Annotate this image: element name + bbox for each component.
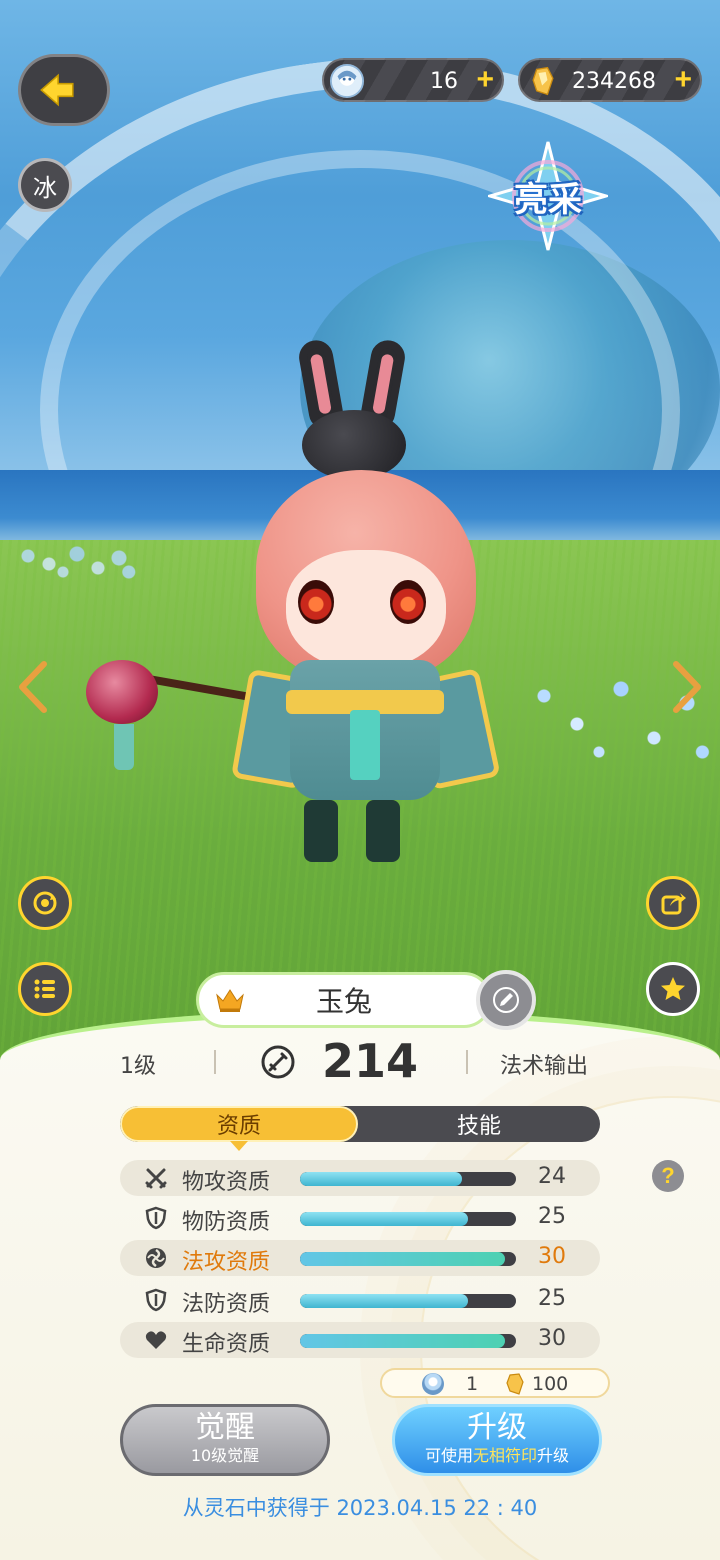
combat-power-value: 214 [322, 1034, 419, 1088]
attribute-row-physical-attack: 物攻资质 24 [120, 1160, 600, 1196]
info-tabs: 资质 技能 [120, 1106, 600, 1142]
attribute-row-physical-defense: 物防资质 25 [120, 1200, 600, 1236]
element-badge-ice[interactable]: 冰 [18, 158, 72, 212]
back-arrow-icon [40, 73, 74, 107]
attribute-bar [300, 1294, 516, 1308]
character-eye-left [298, 580, 334, 624]
upgrade-hint-prefix: 可使用 [424, 1446, 473, 1465]
rotate-icon [33, 891, 57, 915]
lantern-tassel [114, 724, 134, 770]
star-icon [661, 977, 685, 1000]
character-summary-row: 1级 214 法术输出 [0, 1034, 720, 1092]
attribute-bar [300, 1252, 516, 1266]
rotate-view-button[interactable] [18, 876, 72, 930]
upgrade-hint: 可使用无相符印升级 [395, 1445, 599, 1467]
character-name: 玉兔 [315, 985, 372, 1018]
combat-power-icon [261, 1045, 295, 1079]
upgrade-hint-item: 无相符印 [472, 1446, 537, 1465]
attribute-row-health: 生命资质 30 [120, 1322, 600, 1358]
add-crystal-button[interactable]: + [674, 65, 692, 95]
share-button[interactable] [646, 876, 700, 930]
edit-name-button[interactable] [476, 970, 536, 1030]
attribute-value: 30 [538, 1244, 566, 1269]
upgrade-button-label: 升级 [467, 1410, 527, 1445]
add-gem-button[interactable]: + [476, 65, 494, 95]
attribute-bar-fill [300, 1294, 469, 1308]
attribute-row-magic-defense: 法防资质 25 [120, 1282, 600, 1318]
character-eye-right [390, 580, 426, 624]
list-menu-button[interactable] [18, 962, 72, 1016]
attribute-row-magic-attack: 法攻资质 30 [120, 1240, 600, 1276]
attribute-label: 物防资质 [182, 1210, 271, 1235]
divider [214, 1050, 216, 1074]
next-character-arrow-icon[interactable] [670, 660, 704, 714]
attribute-value: 30 [538, 1326, 566, 1351]
magic-swirl-icon [146, 1248, 166, 1268]
crystal-currency: 234268 + [518, 58, 702, 102]
attribute-label: 法防资质 [182, 1292, 271, 1317]
help-question-icon[interactable]: ? [652, 1160, 684, 1192]
gem-count: 16 [430, 69, 458, 94]
character-model[interactable] [80, 330, 520, 890]
cost-gem-value: 1 [466, 1373, 479, 1395]
attribute-value: 24 [538, 1164, 566, 1189]
attribute-bar-fill [300, 1252, 506, 1266]
back-button[interactable] [18, 54, 110, 126]
character-name-plate: 玉兔 [196, 972, 492, 1028]
attribute-bar [300, 1172, 516, 1186]
attribute-bar [300, 1212, 516, 1226]
upgrade-cost: 1 100 [380, 1368, 610, 1398]
crystal-icon [506, 1373, 524, 1395]
list-icon [34, 979, 55, 999]
character-level: 1级 [120, 1054, 156, 1079]
awaken-requirement: 10级觉醒 [190, 1446, 260, 1465]
character-boot-right [366, 800, 400, 862]
upgrade-hint-suffix: 升级 [537, 1446, 570, 1465]
favorite-button[interactable] [646, 962, 700, 1016]
awaken-button-label: 觉醒 [195, 1410, 255, 1445]
share-icon [661, 893, 686, 915]
attribute-value: 25 [538, 1286, 566, 1311]
tab-aptitude[interactable]: 资质 [120, 1106, 358, 1142]
attribute-bar-fill [300, 1334, 506, 1348]
crystal-count: 234268 [572, 69, 656, 94]
shield-icon [145, 1288, 167, 1312]
awaken-button[interactable]: 觉醒 10级觉醒 [120, 1404, 330, 1476]
character-role: 法术输出 [500, 1054, 589, 1079]
divider [466, 1050, 468, 1074]
attribute-bar-fill [300, 1172, 462, 1186]
gem-currency: 16 + [322, 58, 504, 102]
shine-badge-label: 亮采 [514, 180, 582, 220]
heart-icon [145, 1331, 167, 1349]
active-tab-pointer [230, 1141, 248, 1151]
crystal-icon [524, 62, 562, 100]
previous-character-arrow-icon[interactable] [16, 660, 50, 714]
tab-skills[interactable]: 技能 [360, 1106, 598, 1142]
obtained-info: 从灵石中获得于 2023.04.15 22 : 40 [182, 1496, 538, 1520]
swords-icon [145, 1168, 167, 1189]
character-boot-left [304, 800, 338, 862]
shine-badge: 亮采 [488, 140, 608, 252]
shield-icon [145, 1206, 167, 1230]
gem-avatar-icon [328, 62, 366, 100]
character-lantern [86, 660, 158, 724]
attribute-bar-fill [300, 1212, 469, 1226]
attribute-bar [300, 1334, 516, 1348]
attribute-label: 物攻资质 [182, 1170, 271, 1195]
gem-avatar-icon [422, 1373, 444, 1395]
attribute-label: 法攻资质 [182, 1250, 271, 1275]
attribute-value: 25 [538, 1204, 566, 1229]
cost-crystal-value: 100 [532, 1373, 569, 1395]
crown-icon [216, 989, 244, 1012]
attribute-label: 生命资质 [182, 1332, 271, 1357]
character-tie [350, 710, 380, 780]
pencil-icon [493, 987, 519, 1013]
upgrade-button[interactable]: 升级 可使用无相符印升级 [392, 1404, 602, 1476]
